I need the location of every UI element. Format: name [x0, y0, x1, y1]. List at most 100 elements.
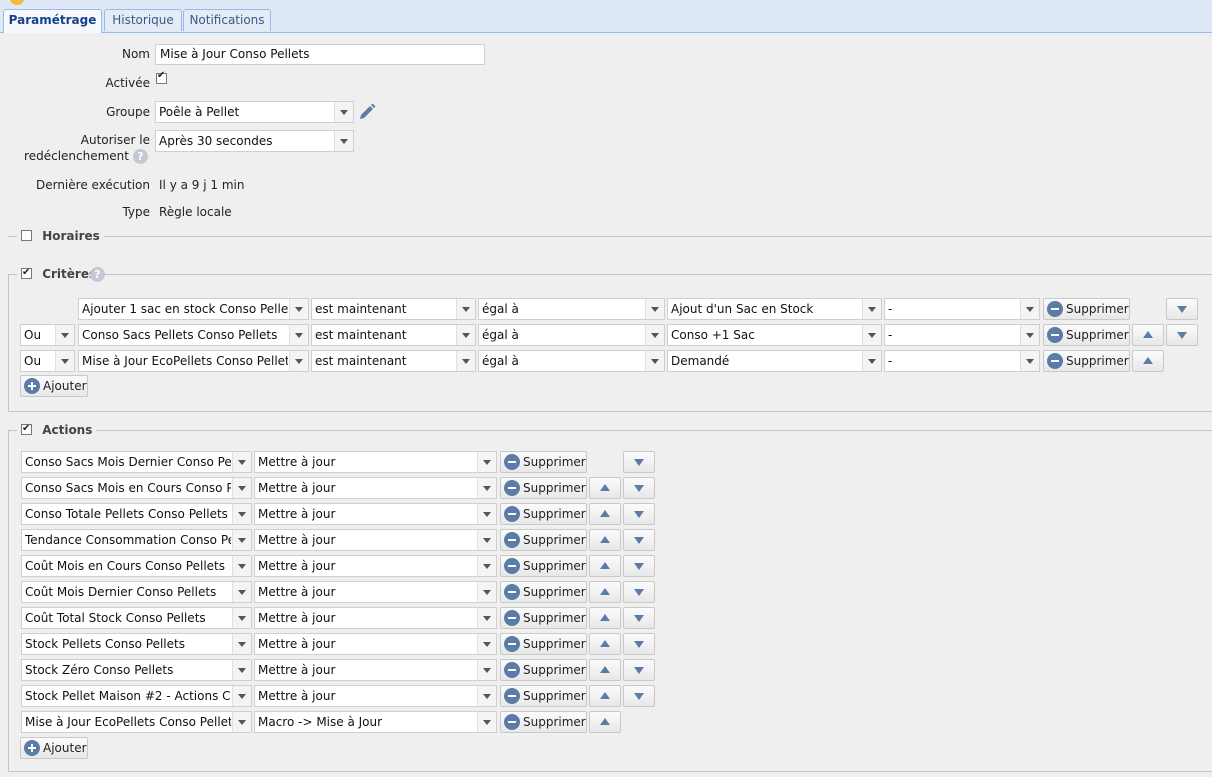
chevron-down-icon[interactable] [232, 634, 251, 654]
chevron-down-icon[interactable] [477, 686, 496, 706]
logic-select[interactable]: Ou [20, 350, 75, 372]
move-down-button[interactable] [1166, 324, 1198, 346]
chevron-down-icon[interactable] [232, 712, 251, 732]
chevron-down-icon[interactable] [862, 299, 881, 319]
tab-notifications[interactable]: Notifications [183, 9, 271, 31]
chevron-down-icon[interactable] [477, 712, 496, 732]
criteria-state-select[interactable]: est maintenant [311, 350, 476, 372]
chevron-down-icon[interactable] [232, 452, 251, 472]
action-device-select[interactable]: Mise à Jour EcoPellets Conso Pellet [21, 711, 252, 733]
action-type-select[interactable]: Mettre à jour [254, 555, 497, 577]
chevron-down-icon[interactable] [477, 530, 496, 550]
move-down-button[interactable] [623, 607, 655, 629]
chevron-down-icon[interactable] [645, 351, 664, 371]
delete-button[interactable]: Supprimer [500, 633, 587, 655]
delete-button[interactable]: Supprimer [1043, 324, 1130, 346]
chevron-down-icon[interactable] [477, 452, 496, 472]
move-up-button[interactable] [589, 685, 621, 707]
criteria-state-select[interactable]: est maintenant [311, 298, 476, 320]
chevron-down-icon[interactable] [1020, 351, 1039, 371]
move-down-button[interactable] [623, 633, 655, 655]
chevron-down-icon[interactable] [55, 325, 74, 345]
logic-select[interactable]: Ou [20, 324, 75, 346]
delete-button[interactable]: Supprimer [500, 659, 587, 681]
action-type-select[interactable]: Mettre à jour [254, 503, 497, 525]
action-device-select[interactable]: Tendance Consommation Conso Pe [21, 529, 252, 551]
action-type-select[interactable]: Mettre à jour [254, 451, 497, 473]
action-type-select[interactable]: Mettre à jour [254, 659, 497, 681]
enabled-checkbox[interactable] [156, 70, 167, 84]
move-up-button[interactable] [589, 555, 621, 577]
delete-button[interactable]: Supprimer [500, 477, 587, 499]
criteria-device-select[interactable]: Mise à Jour EcoPellets Conso Pellet [78, 350, 309, 372]
chevron-down-icon[interactable] [289, 299, 308, 319]
action-type-select[interactable]: Macro -> Mise à Jour [254, 711, 497, 733]
tab-historique[interactable]: Historique [104, 9, 182, 31]
chevron-down-icon[interactable] [645, 325, 664, 345]
criteria-state-select[interactable]: est maintenant [311, 324, 476, 346]
chevron-down-icon[interactable] [334, 102, 353, 122]
criteria-extra-select[interactable]: - [884, 298, 1040, 320]
move-down-button[interactable] [623, 555, 655, 577]
chevron-down-icon[interactable] [456, 351, 475, 371]
move-up-button[interactable] [589, 477, 621, 499]
chevron-down-icon[interactable] [1020, 325, 1039, 345]
chevron-down-icon[interactable] [477, 634, 496, 654]
delete-button[interactable]: Supprimer [500, 503, 587, 525]
delete-button[interactable]: Supprimer [500, 607, 587, 629]
move-up-button[interactable] [589, 529, 621, 551]
chevron-down-icon[interactable] [1020, 299, 1039, 319]
chevron-down-icon[interactable] [456, 299, 475, 319]
delete-button[interactable]: Supprimer [500, 581, 587, 603]
criteria-operator-select[interactable]: égal à [478, 324, 665, 346]
delete-button[interactable]: Supprimer [500, 451, 587, 473]
chevron-down-icon[interactable] [55, 351, 74, 371]
delete-button[interactable]: Supprimer [1043, 298, 1130, 320]
add-action-button[interactable]: Ajouter [20, 737, 88, 759]
action-type-select[interactable]: Mettre à jour [254, 685, 497, 707]
action-device-select[interactable]: Conso Totale Pellets Conso Pellets [21, 503, 252, 525]
add-criteria-button[interactable]: Ajouter [20, 375, 88, 397]
action-type-select[interactable]: Mettre à jour [254, 607, 497, 629]
chevron-down-icon[interactable] [232, 478, 251, 498]
criteria-value-select[interactable]: Ajout d'un Sac en Stock [667, 298, 882, 320]
move-down-button[interactable] [1166, 298, 1198, 320]
action-type-select[interactable]: Mettre à jour [254, 477, 497, 499]
chevron-down-icon[interactable] [477, 660, 496, 680]
chevron-down-icon[interactable] [232, 530, 251, 550]
chevron-down-icon[interactable] [232, 686, 251, 706]
criteria-value-select[interactable]: Conso +1 Sac [667, 324, 882, 346]
action-device-select[interactable]: Stock Pellets Conso Pellets [21, 633, 252, 655]
criteria-checkbox[interactable] [21, 265, 32, 281]
criteria-device-select[interactable]: Ajouter 1 sac en stock Conso Pellet [78, 298, 309, 320]
move-down-button[interactable] [623, 529, 655, 551]
move-up-button[interactable] [589, 607, 621, 629]
move-down-button[interactable] [623, 477, 655, 499]
action-device-select[interactable]: Stock Pellet Maison #2 - Actions Cc [21, 685, 252, 707]
move-down-button[interactable] [623, 581, 655, 603]
chevron-down-icon[interactable] [477, 582, 496, 602]
chevron-down-icon[interactable] [232, 660, 251, 680]
chevron-down-icon[interactable] [456, 325, 475, 345]
delete-button[interactable]: Supprimer [500, 529, 587, 551]
chevron-down-icon[interactable] [862, 351, 881, 371]
chevron-down-icon[interactable] [477, 608, 496, 628]
chevron-down-icon[interactable] [289, 351, 308, 371]
move-up-button[interactable] [589, 659, 621, 681]
chevron-down-icon[interactable] [232, 504, 251, 524]
chevron-down-icon[interactable] [334, 131, 353, 151]
criteria-extra-select[interactable]: - [884, 324, 1040, 346]
move-up-button[interactable] [589, 581, 621, 603]
chevron-down-icon[interactable] [862, 325, 881, 345]
move-up-button[interactable] [1132, 350, 1164, 372]
group-select[interactable]: Poêle à Pellet [155, 101, 354, 123]
action-device-select[interactable]: Coût Total Stock Conso Pellets [21, 607, 252, 629]
chevron-down-icon[interactable] [232, 608, 251, 628]
chevron-down-icon[interactable] [232, 556, 251, 576]
retrigger-select[interactable]: Après 30 secondes [155, 130, 354, 152]
action-device-select[interactable]: Coût Mois Dernier Conso Pellets [21, 581, 252, 603]
criteria-operator-select[interactable]: égal à [478, 298, 665, 320]
move-down-button[interactable] [623, 451, 655, 473]
action-device-select[interactable]: Coût Mois en Cours Conso Pellets [21, 555, 252, 577]
move-down-button[interactable] [623, 685, 655, 707]
